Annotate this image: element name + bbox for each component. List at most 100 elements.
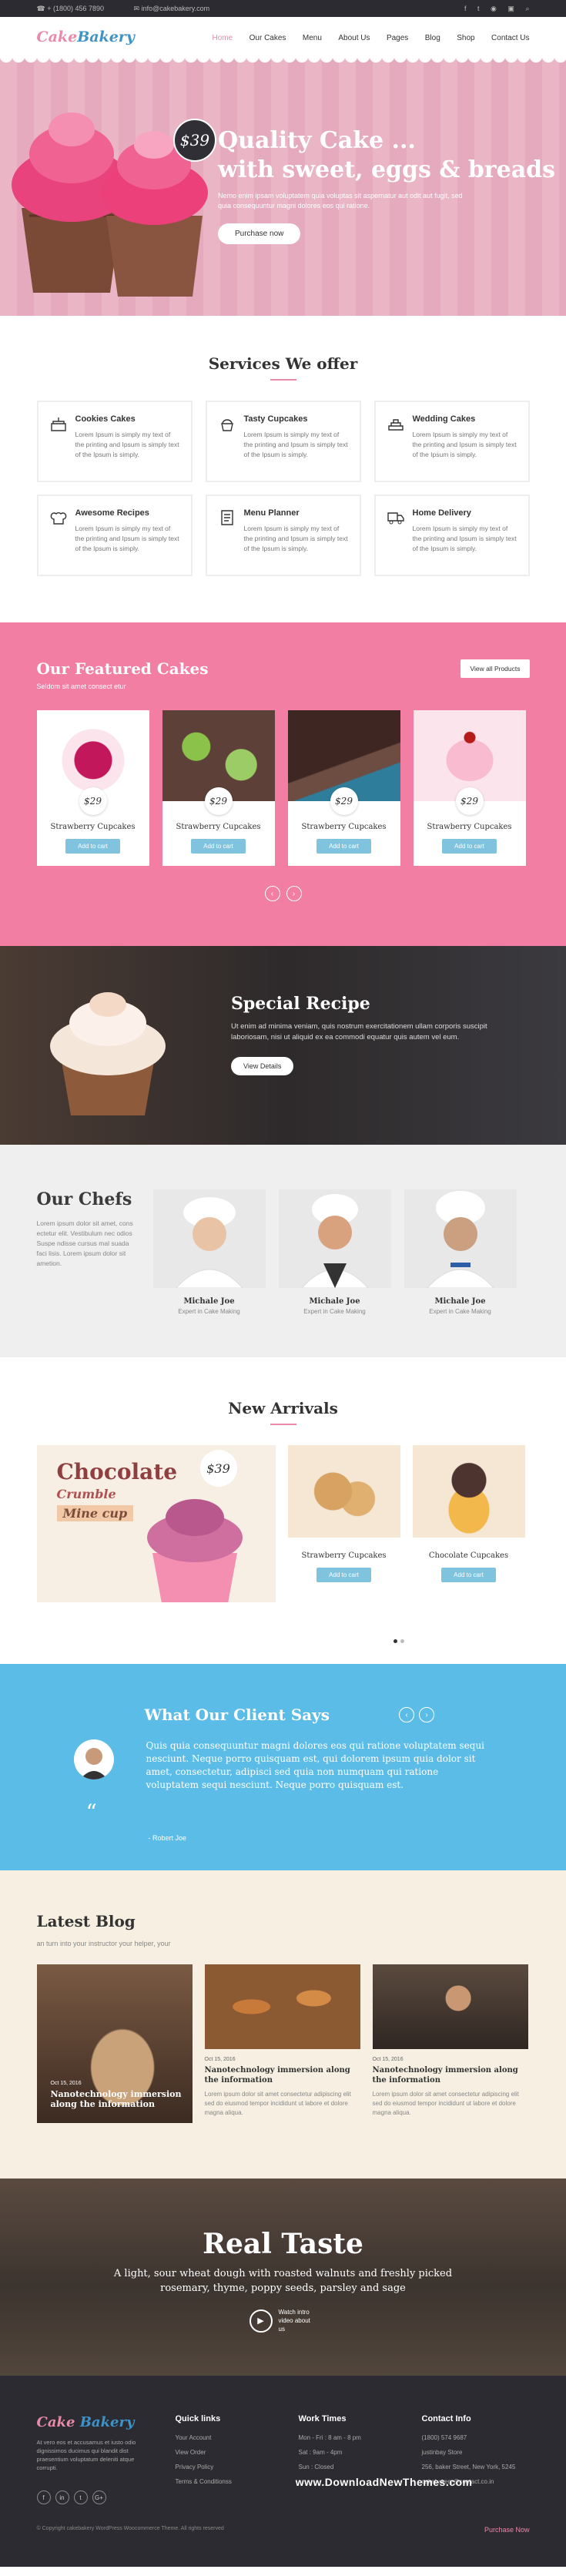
service-card-cupcakes[interactable]: Tasty Cupcakes Lorem Ipsum is simply my t… xyxy=(205,401,361,482)
service-card-wedding[interactable]: Wedding Cakes Lorem Ipsum is simply my te… xyxy=(373,401,530,482)
special-recipe-section: Special Recipe Ut enim ad minima veniam,… xyxy=(0,946,566,1145)
product-name: Strawberry Cupcakes xyxy=(301,1551,387,1560)
title-underline xyxy=(270,1424,296,1425)
nav-blog[interactable]: Blog xyxy=(425,34,440,42)
hero-text: Nemo enim ipsam voluptatem quia voluptas… xyxy=(218,192,463,210)
blog-excerpt: Lorem ipsum dolor sit amet consectetur a… xyxy=(372,2091,519,2116)
nav-contact[interactable]: Contact Us xyxy=(491,34,529,42)
blog-date: Oct 15, 2016 xyxy=(372,2057,404,2062)
google-plus-icon[interactable]: G+ xyxy=(92,2490,106,2504)
product-card[interactable]: $29 Strawberry Cupcakes Add to cart xyxy=(36,710,149,866)
cake-icon xyxy=(50,418,66,431)
product-card[interactable]: $29 Strawberry Cupcakes Add to cart xyxy=(287,710,400,866)
footer-logo[interactable]: Cake Bakery xyxy=(37,2414,152,2430)
taste-text: A light, sour wheat dough with roasted w… xyxy=(113,2268,453,2294)
product-card[interactable]: $29 Strawberry Cupcakes Add to cart xyxy=(162,710,275,866)
add-to-cart-button[interactable]: Add to cart xyxy=(191,839,246,854)
nav-our-cakes[interactable]: Our Cakes xyxy=(250,34,286,42)
logo[interactable]: CakeBakery xyxy=(37,29,135,45)
scallop-divider xyxy=(0,56,566,63)
view-details-button[interactable]: View Details xyxy=(231,1057,294,1075)
footer-link[interactable]: View Order xyxy=(176,2449,276,2456)
product-image xyxy=(412,1445,525,1538)
testimonial-title: What Our Client Says xyxy=(144,1706,330,1724)
hero-banner: $39 Quality Cake ... with sweet, eggs & … xyxy=(0,57,566,316)
service-text: Lorem Ipsum is simply my text of the pri… xyxy=(75,431,179,458)
prev-arrow-icon[interactable]: ‹ xyxy=(399,1707,414,1722)
chefs-section: Our Chefs Lorem ipsum dolor sit amet, co… xyxy=(0,1145,566,1357)
add-to-cart-button[interactable]: Add to cart xyxy=(442,839,497,854)
email-info[interactable]: ✉ info@cakebakery.com xyxy=(134,5,224,12)
chef-card[interactable]: Michale Joe Expert in Cake Making xyxy=(404,1189,517,1315)
latest-blog-section: Latest Blog an turn into your instructor… xyxy=(0,1870,566,2179)
footer-link[interactable]: Privacy Policy xyxy=(176,2464,276,2470)
nav-about[interactable]: About Us xyxy=(338,34,370,42)
search-icon[interactable]: ⌕ xyxy=(525,5,529,12)
product-card[interactable]: Strawberry Cupcakes Add to cart xyxy=(287,1445,400,1602)
product-price: $29 xyxy=(455,787,484,815)
blog-image xyxy=(204,1964,360,2049)
blog-subtitle: an turn into your instructor your helper… xyxy=(36,1940,171,1947)
twitter-icon[interactable]: t xyxy=(73,2490,88,2504)
arrival-cupcake-image xyxy=(146,1499,243,1602)
blog-post-featured[interactable]: Oct 15, 2016 Nanotechnology immersion al… xyxy=(36,1964,193,2123)
next-arrow-icon[interactable]: › xyxy=(419,1707,434,1722)
logo-part-a: Cake xyxy=(36,2414,75,2430)
nav-pages[interactable]: Pages xyxy=(387,34,408,42)
user-icon[interactable]: ◉ xyxy=(491,5,497,12)
client-avatar xyxy=(73,1739,114,1779)
nav-home[interactable]: Home xyxy=(212,34,233,42)
prev-arrow-icon[interactable]: ‹ xyxy=(264,886,280,901)
product-card[interactable]: $29 Strawberry Cupcakes Add to cart xyxy=(413,710,526,866)
add-to-cart-button[interactable]: Add to cart xyxy=(316,839,371,854)
next-arrow-icon[interactable]: › xyxy=(286,886,302,901)
service-card-delivery[interactable]: Home Delivery Lorem Ipsum is simply my te… xyxy=(373,495,530,576)
nav-shop[interactable]: Shop xyxy=(457,34,474,42)
product-name: Strawberry Cupcakes xyxy=(176,823,261,831)
add-to-cart-button[interactable]: Add to cart xyxy=(65,839,120,854)
testimonial-author: - Robert Joe xyxy=(148,1834,187,1842)
truck-icon xyxy=(387,512,404,525)
add-to-cart-button[interactable]: Add to cart xyxy=(316,1568,371,1582)
services-title: Services We offer xyxy=(208,354,358,373)
nav-menu[interactable]: Menu xyxy=(303,34,322,42)
footer-link[interactable]: Your Account xyxy=(176,2434,276,2441)
service-card-menu-planner[interactable]: Menu Planner Lorem Ipsum is simply my tex… xyxy=(205,495,361,576)
chef-card[interactable]: Michale Joe Expert in Cake Making xyxy=(278,1189,391,1315)
hero-title-line1: Quality Cake ... xyxy=(218,127,416,154)
chef-photo xyxy=(404,1189,517,1288)
purchase-now-link[interactable]: Purchase Now xyxy=(484,2526,530,2534)
product-card[interactable]: Chocolate Cupcakes Add to cart xyxy=(412,1445,525,1602)
featured-arrival-banner[interactable]: Chocolate Crumble Mine cup $39 xyxy=(36,1445,276,1602)
view-all-products-button[interactable]: View all Products xyxy=(461,659,530,678)
service-card-cookies[interactable]: Cookies Cakes Lorem Ipsum is simply my te… xyxy=(36,401,193,482)
watch-video-link[interactable]: ▶ Watch intro video about us xyxy=(249,2308,317,2333)
service-title: Wedding Cakes xyxy=(412,414,476,424)
footer-link[interactable]: Terms & Conditionss xyxy=(176,2478,276,2485)
product-price: $29 xyxy=(204,787,233,815)
carousel-dot[interactable] xyxy=(400,1639,404,1643)
chef-photo xyxy=(278,1189,391,1288)
chefs-title: Our Chefs xyxy=(36,1189,132,1209)
add-to-cart-button[interactable]: Add to cart xyxy=(441,1568,496,1582)
purchase-now-button[interactable]: Purchase now xyxy=(218,223,301,244)
blog-post[interactable]: Oct 15, 2016 Nanotechnology immersion al… xyxy=(372,1964,528,2123)
blog-post[interactable]: Oct 15, 2016 Nanotechnology immersion al… xyxy=(204,1964,360,2123)
service-text: Lorem Ipsum is simply my text of the pri… xyxy=(243,431,348,458)
facebook-icon[interactable]: f xyxy=(36,2490,51,2504)
blog-post-title: Nanotechnology immersion along the infor… xyxy=(204,2066,350,2085)
new-arrivals-section: New Arrivals Chocolate Crumble Mine cup … xyxy=(0,1357,566,1664)
linkedin-icon[interactable]: in xyxy=(55,2490,69,2504)
cart-icon[interactable]: ▣ xyxy=(507,5,514,12)
twitter-icon[interactable]: t xyxy=(477,5,480,12)
facebook-icon[interactable]: f xyxy=(464,5,467,12)
services-section: Services We offer Cookies Cakes Lorem Ips… xyxy=(0,316,566,622)
service-text: Lorem Ipsum is simply my text of the pri… xyxy=(75,525,179,552)
blog-post-title: Nanotechnology immersion along the infor… xyxy=(372,2066,518,2085)
testimonial-quote: Quis quia consequuntur magni dolores eos… xyxy=(146,1740,485,1790)
service-title: Cookies Cakes xyxy=(75,414,136,424)
product-price: $29 xyxy=(79,787,107,815)
carousel-dot-active[interactable] xyxy=(393,1639,397,1643)
chef-card[interactable]: Michale Joe Expert in Cake Making xyxy=(152,1189,266,1315)
service-card-recipes[interactable]: Awesome Recipes Lorem Ipsum is simply my … xyxy=(36,495,193,576)
